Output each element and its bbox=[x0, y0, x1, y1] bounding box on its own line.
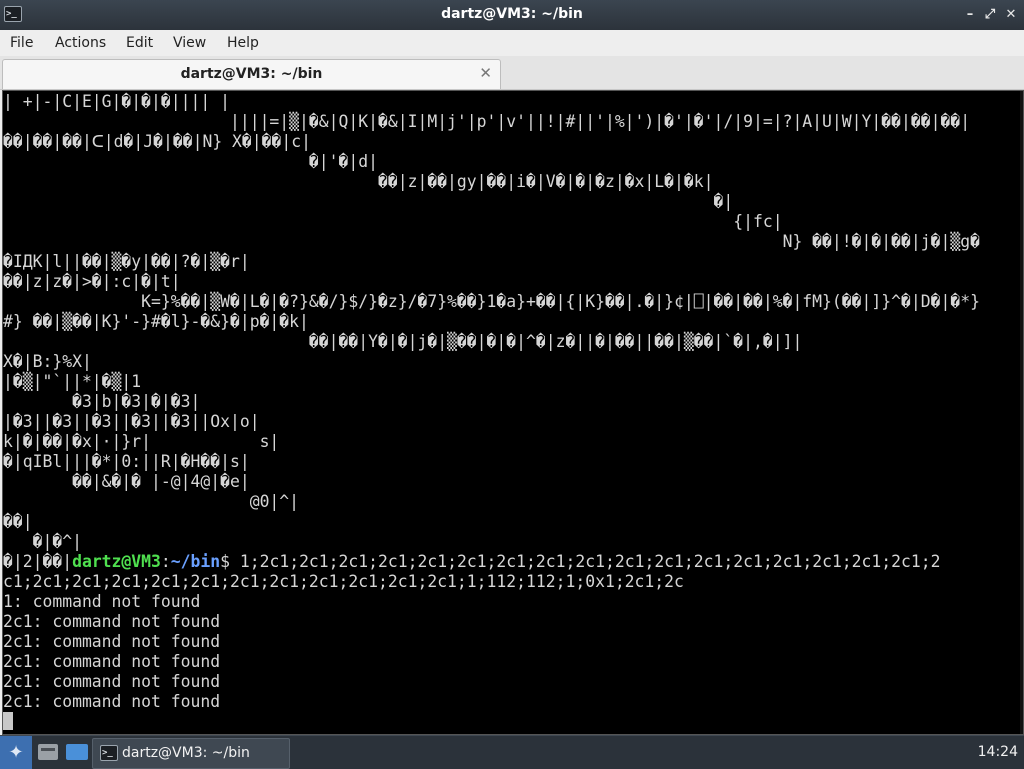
tab-close-icon[interactable]: ✕ bbox=[479, 64, 492, 82]
prompt-path: ~/bin bbox=[170, 552, 221, 571]
output-line: 2c1: command not found bbox=[3, 612, 221, 631]
command-output-block: 1: command not found 2c1: command not fou… bbox=[3, 592, 980, 712]
close-button[interactable]: ✕ bbox=[1003, 7, 1019, 23]
terminal-line: {|fc| bbox=[3, 212, 783, 231]
terminal-line: �| bbox=[3, 192, 734, 211]
terminal-scrollbar[interactable] bbox=[1020, 91, 1023, 734]
menu-view[interactable]: View bbox=[173, 35, 206, 51]
terminal-line: k|�|��|�x|·|}r| s| bbox=[3, 432, 280, 451]
terminal-line: ��|��|��|ᑕ|d�|J�|��|N} X�|��|c| bbox=[3, 132, 312, 151]
menu-help[interactable]: Help bbox=[227, 35, 259, 51]
terminal-line: ||||=|▒|�&|Q|K|�&|I|M|j'|p'|v'||!|#||'|%… bbox=[3, 112, 971, 131]
terminal-line: K=}%��|▒W�|L�|�?}&�/}$/}�z}/�7}%��}1�a}+… bbox=[3, 292, 980, 311]
tab-bar: dartz@VM3: ~/bin ✕ bbox=[0, 56, 1024, 90]
text-cursor bbox=[3, 712, 13, 730]
terminal-line: ��|&�|� |-@|4@|�e| bbox=[3, 472, 250, 491]
terminal-line: �|qIBl|||�*|0:||R|�H��|s| bbox=[3, 452, 250, 471]
cursor-line bbox=[3, 712, 980, 732]
taskbar-window-button[interactable]: >_ dartz@VM3: ~/bin bbox=[92, 738, 290, 769]
terminal-line: �3|b|�3|�|�3| bbox=[3, 392, 201, 411]
window-titlebar[interactable]: >_ dartz@VM3: ~/bin – ⤢ ✕ bbox=[0, 0, 1024, 30]
terminal-line: |�▒|"`||*|�▒|1 bbox=[3, 372, 142, 391]
output-line: 2c1: command not found bbox=[3, 672, 221, 691]
start-menu-icon[interactable]: ✦ bbox=[0, 736, 32, 769]
menu-actions[interactable]: Actions bbox=[55, 35, 106, 51]
terminal-view[interactable]: | +|-|C|E|G|�|�|�|||| | ||||=|▒|�&|Q|K|�… bbox=[2, 90, 1024, 735]
file-manager-icon[interactable] bbox=[38, 744, 58, 760]
taskbar: ✦ >_ dartz@VM3: ~/bin 14:24 bbox=[0, 735, 1024, 769]
window-title: dartz@VM3: ~/bin bbox=[441, 6, 583, 22]
terminal-line: �|'�|d| bbox=[3, 152, 378, 171]
terminal-tab[interactable]: dartz@VM3: ~/bin ✕ bbox=[2, 59, 501, 89]
command-text: 1;2c1;2c1;2c1;2c1;2c1;2c1;2c1;2c1;2c1;2c… bbox=[239, 552, 941, 571]
prompt-prefix: �|2|��| bbox=[3, 552, 73, 571]
menu-edit[interactable]: Edit bbox=[126, 35, 153, 51]
clock[interactable]: 14:24 bbox=[978, 744, 1018, 760]
terminal-icon: >_ bbox=[100, 745, 118, 761]
prompt-separator: : bbox=[160, 552, 171, 571]
garbage-output-block: | +|-|C|E|G|�|�|�|||| | ||||=|▒|�&|Q|K|�… bbox=[3, 92, 980, 552]
output-line: 2c1: command not found bbox=[3, 652, 221, 671]
terminal-line: ��|��|Y�|�|j�|▒��|�|�|^�|z�||�|��||��|▒�… bbox=[3, 332, 803, 351]
terminal-line: ��|z|z�|>�|:c|�|t| bbox=[3, 272, 181, 291]
terminal-line: | +|-|C|E|G|�|�|�|||| | bbox=[3, 92, 230, 111]
terminal-line: ��|z|��|gy|��|i�|V�|�|�z|�x|L�|�k| bbox=[3, 172, 714, 191]
terminal-line: �|�^| bbox=[3, 532, 82, 551]
prompt-user: dartz@VM3 bbox=[72, 552, 161, 571]
prompt-line: �|2|��|dartz@VM3:~/bin$ 1;2c1;2c1;2c1;2c… bbox=[3, 552, 980, 572]
terminal-line: @0|^| bbox=[3, 492, 300, 511]
terminal-line: ��| bbox=[3, 512, 33, 531]
menu-file[interactable]: File bbox=[10, 35, 33, 51]
minimize-button[interactable]: – bbox=[962, 7, 978, 23]
terminal-line: #} ��|▒��|K}'-}#�l}-�&}�|p�|�k| bbox=[3, 312, 309, 331]
menu-bar: File Actions Edit View Help bbox=[0, 30, 1024, 56]
terminal-line: |�3||�3||�3||�3||�3||Ox|o| bbox=[3, 412, 260, 431]
command-continuation: c1;2c1;2c1;2c1;2c1;2c1;2c1;2c1;2c1;2c1;2… bbox=[3, 572, 684, 591]
maximize-button[interactable]: ⤢ bbox=[982, 7, 998, 23]
taskbar-window-label: dartz@VM3: ~/bin bbox=[122, 745, 250, 761]
show-desktop-icon[interactable] bbox=[66, 744, 88, 760]
output-line: 1: command not found bbox=[3, 592, 201, 611]
tab-label: dartz@VM3: ~/bin bbox=[180, 66, 323, 82]
terminal-line: �IДK|l||��|▒�y|��|?�|▒�r| bbox=[3, 252, 250, 271]
output-line: 2c1: command not found bbox=[3, 632, 221, 651]
terminal-output: | +|-|C|E|G|�|�|�|||| | ||||=|▒|�&|Q|K|�… bbox=[3, 92, 980, 732]
prompt-dollar: $ bbox=[220, 552, 240, 571]
output-line: 2c1: command not found bbox=[3, 692, 221, 711]
terminal-line: N} ��|!�|�|��|j�|▒g� bbox=[3, 232, 980, 251]
terminal-line: X�|B:}%X| bbox=[3, 352, 92, 371]
